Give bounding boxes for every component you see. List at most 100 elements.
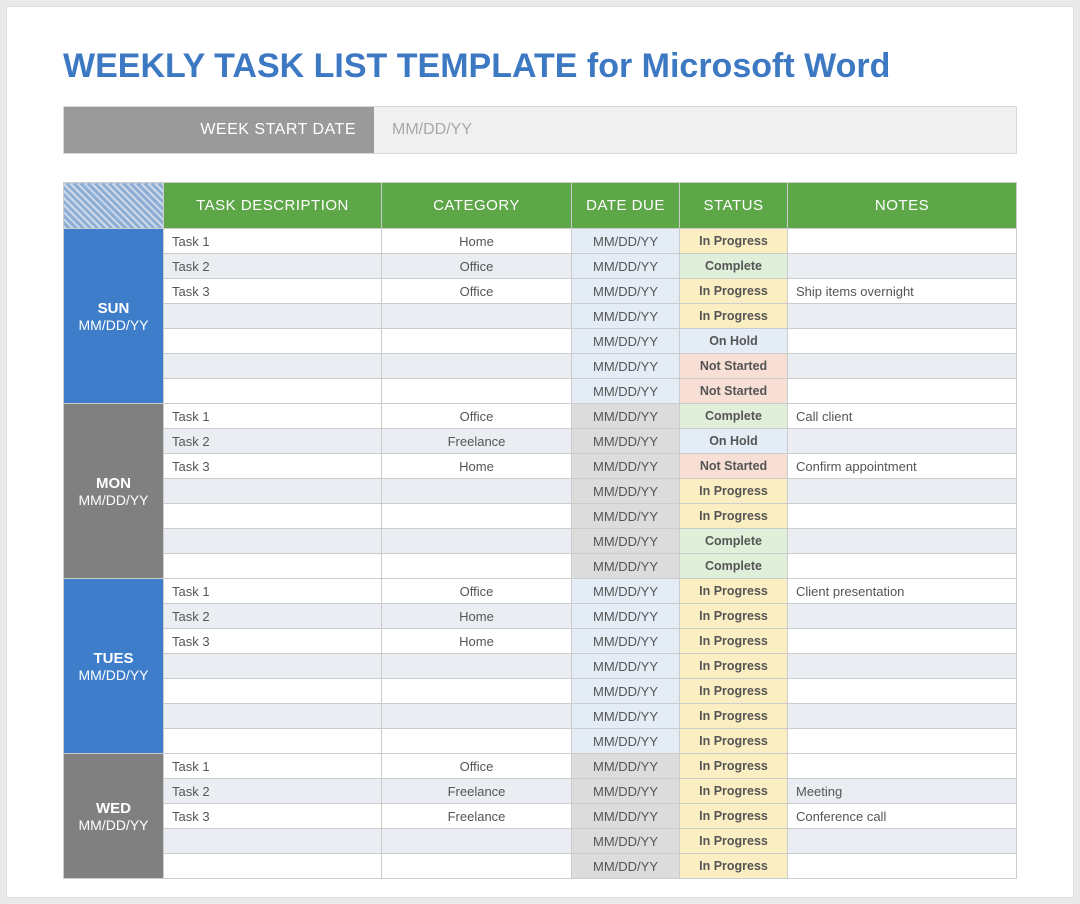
date-due-cell[interactable]: MM/DD/YY [572, 279, 680, 304]
date-due-cell[interactable]: MM/DD/YY [572, 479, 680, 504]
category-cell[interactable] [382, 679, 572, 704]
task-description-cell[interactable] [164, 854, 382, 879]
category-cell[interactable]: Home [382, 454, 572, 479]
notes-cell[interactable] [788, 254, 1017, 279]
task-description-cell[interactable]: Task 2 [164, 779, 382, 804]
status-cell[interactable]: In Progress [680, 779, 788, 804]
date-due-cell[interactable]: MM/DD/YY [572, 854, 680, 879]
date-due-cell[interactable]: MM/DD/YY [572, 704, 680, 729]
task-description-cell[interactable]: Task 2 [164, 429, 382, 454]
category-cell[interactable]: Office [382, 579, 572, 604]
status-cell[interactable]: Complete [680, 254, 788, 279]
category-cell[interactable] [382, 329, 572, 354]
category-cell[interactable]: Home [382, 604, 572, 629]
task-description-cell[interactable]: Task 3 [164, 804, 382, 829]
date-due-cell[interactable]: MM/DD/YY [572, 804, 680, 829]
category-cell[interactable] [382, 504, 572, 529]
status-cell[interactable]: In Progress [680, 629, 788, 654]
notes-cell[interactable] [788, 379, 1017, 404]
status-cell[interactable]: Complete [680, 554, 788, 579]
task-description-cell[interactable] [164, 304, 382, 329]
notes-cell[interactable] [788, 654, 1017, 679]
category-cell[interactable]: Home [382, 629, 572, 654]
notes-cell[interactable] [788, 729, 1017, 754]
status-cell[interactable]: On Hold [680, 429, 788, 454]
notes-cell[interactable] [788, 754, 1017, 779]
status-cell[interactable]: In Progress [680, 754, 788, 779]
notes-cell[interactable] [788, 304, 1017, 329]
status-cell[interactable]: In Progress [680, 704, 788, 729]
category-cell[interactable]: Office [382, 279, 572, 304]
category-cell[interactable]: Office [382, 404, 572, 429]
status-cell[interactable]: In Progress [680, 229, 788, 254]
notes-cell[interactable]: Client presentation [788, 579, 1017, 604]
status-cell[interactable]: In Progress [680, 504, 788, 529]
task-description-cell[interactable] [164, 704, 382, 729]
status-cell[interactable]: In Progress [680, 304, 788, 329]
task-description-cell[interactable] [164, 829, 382, 854]
category-cell[interactable] [382, 529, 572, 554]
task-description-cell[interactable]: Task 1 [164, 754, 382, 779]
notes-cell[interactable]: Call client [788, 404, 1017, 429]
category-cell[interactable] [382, 554, 572, 579]
task-description-cell[interactable] [164, 679, 382, 704]
status-cell[interactable]: Not Started [680, 354, 788, 379]
notes-cell[interactable]: Ship items overnight [788, 279, 1017, 304]
status-cell[interactable]: In Progress [680, 729, 788, 754]
status-cell[interactable]: Complete [680, 529, 788, 554]
category-cell[interactable] [382, 379, 572, 404]
category-cell[interactable] [382, 854, 572, 879]
category-cell[interactable]: Office [382, 254, 572, 279]
category-cell[interactable] [382, 729, 572, 754]
category-cell[interactable]: Home [382, 229, 572, 254]
date-due-cell[interactable]: MM/DD/YY [572, 554, 680, 579]
notes-cell[interactable] [788, 479, 1017, 504]
notes-cell[interactable] [788, 329, 1017, 354]
task-description-cell[interactable]: Task 1 [164, 579, 382, 604]
task-description-cell[interactable] [164, 554, 382, 579]
date-due-cell[interactable]: MM/DD/YY [572, 529, 680, 554]
category-cell[interactable]: Freelance [382, 779, 572, 804]
notes-cell[interactable] [788, 704, 1017, 729]
category-cell[interactable] [382, 704, 572, 729]
category-cell[interactable] [382, 829, 572, 854]
task-description-cell[interactable] [164, 729, 382, 754]
status-cell[interactable]: In Progress [680, 479, 788, 504]
date-due-cell[interactable]: MM/DD/YY [572, 304, 680, 329]
date-due-cell[interactable]: MM/DD/YY [572, 579, 680, 604]
date-due-cell[interactable]: MM/DD/YY [572, 379, 680, 404]
notes-cell[interactable] [788, 679, 1017, 704]
task-description-cell[interactable]: Task 3 [164, 629, 382, 654]
date-due-cell[interactable]: MM/DD/YY [572, 754, 680, 779]
task-description-cell[interactable] [164, 329, 382, 354]
notes-cell[interactable] [788, 229, 1017, 254]
status-cell[interactable]: Complete [680, 404, 788, 429]
date-due-cell[interactable]: MM/DD/YY [572, 329, 680, 354]
date-due-cell[interactable]: MM/DD/YY [572, 654, 680, 679]
notes-cell[interactable]: Confirm appointment [788, 454, 1017, 479]
date-due-cell[interactable]: MM/DD/YY [572, 454, 680, 479]
status-cell[interactable]: On Hold [680, 329, 788, 354]
category-cell[interactable] [382, 304, 572, 329]
notes-cell[interactable] [788, 529, 1017, 554]
date-due-cell[interactable]: MM/DD/YY [572, 254, 680, 279]
category-cell[interactable]: Freelance [382, 804, 572, 829]
notes-cell[interactable] [788, 354, 1017, 379]
status-cell[interactable]: In Progress [680, 279, 788, 304]
task-description-cell[interactable] [164, 479, 382, 504]
date-due-cell[interactable]: MM/DD/YY [572, 779, 680, 804]
status-cell[interactable]: Not Started [680, 454, 788, 479]
task-description-cell[interactable]: Task 3 [164, 279, 382, 304]
category-cell[interactable]: Freelance [382, 429, 572, 454]
status-cell[interactable]: Not Started [680, 379, 788, 404]
category-cell[interactable] [382, 354, 572, 379]
notes-cell[interactable] [788, 554, 1017, 579]
notes-cell[interactable] [788, 629, 1017, 654]
status-cell[interactable]: In Progress [680, 854, 788, 879]
status-cell[interactable]: In Progress [680, 579, 788, 604]
task-description-cell[interactable]: Task 1 [164, 229, 382, 254]
task-description-cell[interactable]: Task 1 [164, 404, 382, 429]
status-cell[interactable]: In Progress [680, 804, 788, 829]
task-description-cell[interactable] [164, 379, 382, 404]
task-description-cell[interactable]: Task 2 [164, 254, 382, 279]
